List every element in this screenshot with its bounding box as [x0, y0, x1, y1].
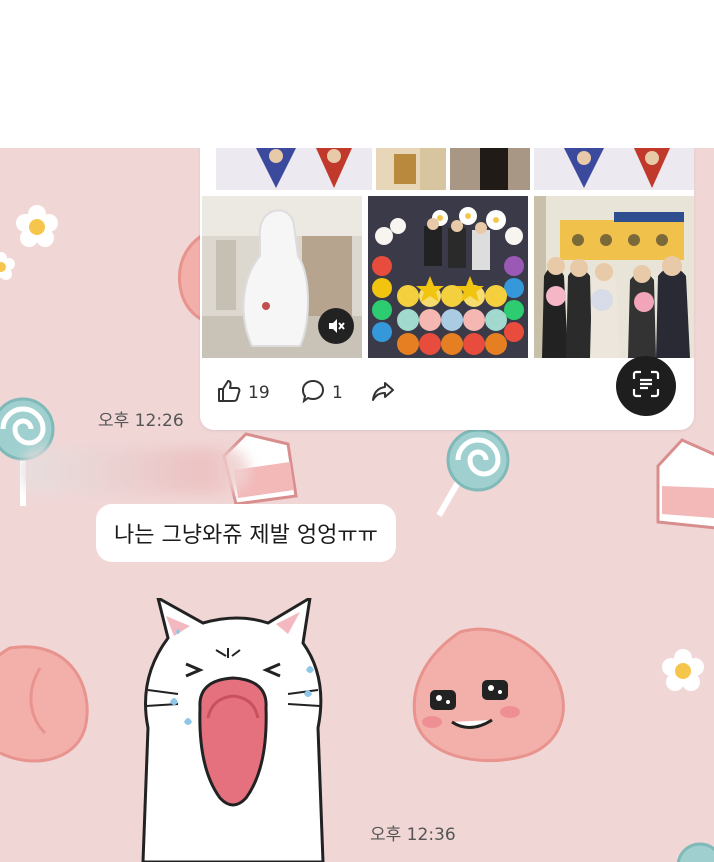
crying-cat-sticker[interactable] [128, 598, 338, 862]
share-arrow-icon [370, 378, 396, 409]
like-button[interactable]: 19 [216, 378, 270, 409]
like-count: 19 [248, 383, 270, 403]
scan-lens-icon [631, 369, 661, 403]
shared-post-card[interactable]: 19 1 [200, 148, 694, 430]
flower-decoration [662, 649, 704, 691]
chat-area: 19 1 오후 12:26 나는 그냥와쥬 제발 엉엉ㅠㅠ 오후 12:36 [0, 148, 714, 862]
lollipop-decoration [436, 428, 510, 517]
photo-thumbnail[interactable] [534, 196, 694, 358]
message-timestamp: 오후 12:36 [370, 825, 456, 845]
photo-thumbnail[interactable] [450, 148, 530, 190]
flower-decoration [16, 205, 58, 247]
peach-character-decoration [412, 627, 565, 763]
share-button[interactable] [370, 380, 396, 406]
photo-thumbnail[interactable] [534, 148, 694, 190]
photo-thumbnail[interactable] [216, 148, 372, 190]
photo-thumbnail[interactable] [376, 148, 446, 190]
comment-bubble-icon [300, 378, 326, 409]
video-thumbnail[interactable] [202, 196, 362, 358]
mute-icon[interactable] [318, 308, 354, 344]
lollipop-decoration [676, 842, 714, 862]
message-timestamp: 오후 12:26 [98, 411, 184, 431]
message-bubble[interactable]: 나는 그냥와쥬 제발 엉엉ㅠㅠ [96, 504, 396, 562]
comment-button[interactable]: 1 [300, 378, 343, 409]
peach-decoration [0, 645, 89, 763]
comment-count: 1 [332, 383, 343, 403]
thumbs-up-icon [216, 378, 242, 409]
milk-carton-decoration [656, 438, 714, 530]
blurred-sender-name [20, 448, 250, 494]
scan-lens-button[interactable] [616, 356, 676, 416]
photo-thumbnail[interactable] [368, 196, 528, 358]
flower-decoration [0, 252, 15, 280]
